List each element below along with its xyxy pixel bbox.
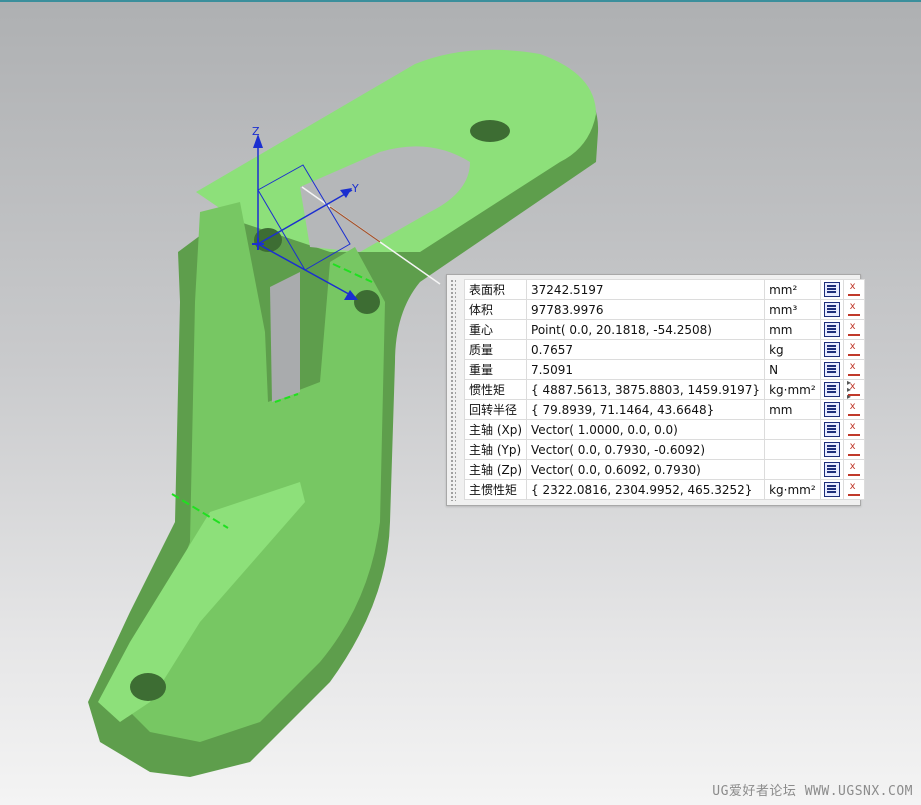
property-name: 主惯性矩 [463,479,528,500]
property-name: 重心 [463,319,528,340]
export-cell [819,479,844,500]
mass-properties-table: 表面积37242.5197mm²体积97783.9976mm³重心Point( … [463,279,865,500]
upper-hole [470,120,510,142]
property-name: 主轴 (Zp) [463,459,528,480]
panel-drag-handle[interactable] [450,279,456,501]
export-cell [819,319,844,340]
expression-cell [842,459,865,480]
bracket-window [270,272,300,402]
export-to-expression-icon[interactable] [847,281,861,297]
property-name: 回转半径 [463,399,528,420]
property-name: 惯性矩 [463,379,528,400]
export-to-expression-icon[interactable] [847,461,861,477]
export-to-expression-icon[interactable] [847,401,861,417]
property-row[interactable]: 主轴 (Yp) Vector( 0.0, 0.7930, -0.6092) [463,439,865,460]
mass-properties-panel[interactable]: 表面积37242.5197mm²体积97783.9976mm³重心Point( … [446,274,865,506]
z-axis-label: Z [252,125,260,138]
export-to-info-icon[interactable] [823,462,840,477]
property-name: 表面积 [463,279,528,300]
property-name: 质量 [463,339,528,360]
property-unit: N [764,359,821,380]
property-value: { 2322.0816, 2304.9952, 465.3252} [526,479,766,500]
property-row[interactable]: 质量 0.7657 kg [463,339,865,360]
property-row[interactable]: 主惯性矩{ 2322.0816, 2304.9952, 465.3252} kg·… [463,479,865,500]
property-unit: mm [764,319,821,340]
export-to-expression-icon[interactable] [847,441,861,457]
lower-hole [130,673,166,701]
property-value: Vector( 1.0000, 0.0, 0.0) [526,419,766,440]
property-value: 97783.9976 [526,299,766,320]
property-row[interactable]: 重心 Point( 0.0, 20.1818, -54.2508) mm [463,319,865,340]
export-to-info-icon[interactable] [823,302,840,317]
export-to-expression-icon[interactable] [847,481,861,497]
export-to-info-icon[interactable] [823,362,840,377]
export-to-info-icon[interactable] [823,342,840,357]
export-cell [819,279,844,300]
y-axis-label: Y [351,182,359,195]
export-cell [819,299,844,320]
export-cell [819,339,844,360]
property-name: 主轴 (Xp) [463,419,528,440]
property-name: 体积 [463,299,528,320]
expression-cell [842,399,865,420]
property-unit [764,459,821,480]
expression-cell [842,339,865,360]
property-value: Vector( 0.0, 0.7930, -0.6092) [526,439,766,460]
property-name: 重量 [463,359,528,380]
export-cell [819,439,844,460]
export-cell [819,379,844,400]
expression-cell [842,359,865,380]
export-to-info-icon[interactable] [823,382,840,397]
property-value: 7.5091 [526,359,766,380]
property-row[interactable]: 主轴 (Zp) Vector( 0.0, 0.6092, 0.7930) [463,459,865,480]
property-row[interactable]: 重量 7.5091 N [463,359,865,380]
export-to-info-icon[interactable] [823,402,840,417]
property-value: { 4887.5613, 3875.8803, 1459.9197} [526,379,766,400]
export-cell [819,459,844,480]
property-value: { 79.8939, 71.1464, 43.6648} [526,399,766,420]
export-to-info-icon[interactable] [823,482,840,497]
export-to-info-icon[interactable] [823,282,840,297]
property-row[interactable]: 回转半径{ 79.8939, 71.1464, 43.6648} mm [463,399,865,420]
property-row[interactable]: 表面积 37242.5197 mm² [463,279,865,300]
export-cell [819,399,844,420]
property-value: Vector( 0.0, 0.6092, 0.7930) [526,459,766,480]
property-unit: mm [764,399,821,420]
export-to-info-icon[interactable] [823,422,840,437]
property-unit [764,439,821,460]
export-to-expression-icon[interactable] [847,341,861,357]
property-value: Point( 0.0, 20.1818, -54.2508) [526,319,766,340]
property-value: 0.7657 [526,339,766,360]
expression-cell [842,299,865,320]
export-to-expression-icon[interactable] [847,301,861,317]
property-row[interactable]: 惯性矩{ 4887.5613, 3875.8803, 1459.9197} kg·… [463,379,865,400]
property-unit: mm² [764,279,821,300]
property-unit: mm³ [764,299,821,320]
expression-cell [842,479,865,500]
export-to-expression-icon[interactable] [847,321,861,337]
expression-cell [842,419,865,440]
property-name: 主轴 (Yp) [463,439,528,460]
export-to-info-icon[interactable] [823,442,840,457]
export-cell [819,359,844,380]
property-unit [764,419,821,440]
export-cell [819,419,844,440]
export-to-expression-icon[interactable] [847,421,861,437]
property-unit: kg·mm² [764,479,821,500]
property-value: 37242.5197 [526,279,766,300]
panel-more-arrow-icon[interactable]: ▸ ▸ ▸ [847,379,857,401]
export-to-expression-icon[interactable] [847,361,861,377]
right-ear-hole [354,290,380,314]
property-row[interactable]: 体积 97783.9976 mm³ [463,299,865,320]
property-unit: kg·mm² [764,379,821,400]
watermark: UG爱好者论坛 WWW.UGSNX.COM [712,784,913,799]
expression-cell [842,439,865,460]
expression-cell [842,279,865,300]
export-to-info-icon[interactable] [823,322,840,337]
expression-cell [842,319,865,340]
graphics-viewport[interactable]: Z Y 表面积37242.5197mm²体积97783.9976mm³重心Poi… [0,2,921,805]
property-unit: kg [764,339,821,360]
property-row[interactable]: 主轴 (Xp) Vector( 1.0000, 0.0, 0.0) [463,419,865,440]
